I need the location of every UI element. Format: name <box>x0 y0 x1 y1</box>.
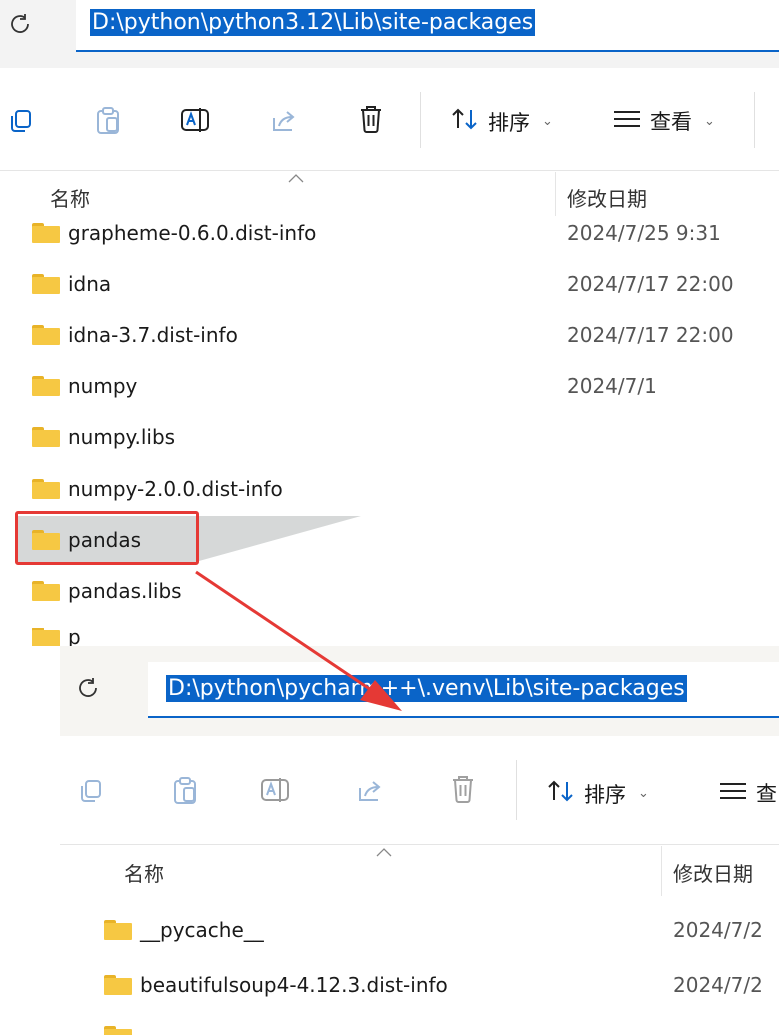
annotation-arrow <box>195 570 402 711</box>
